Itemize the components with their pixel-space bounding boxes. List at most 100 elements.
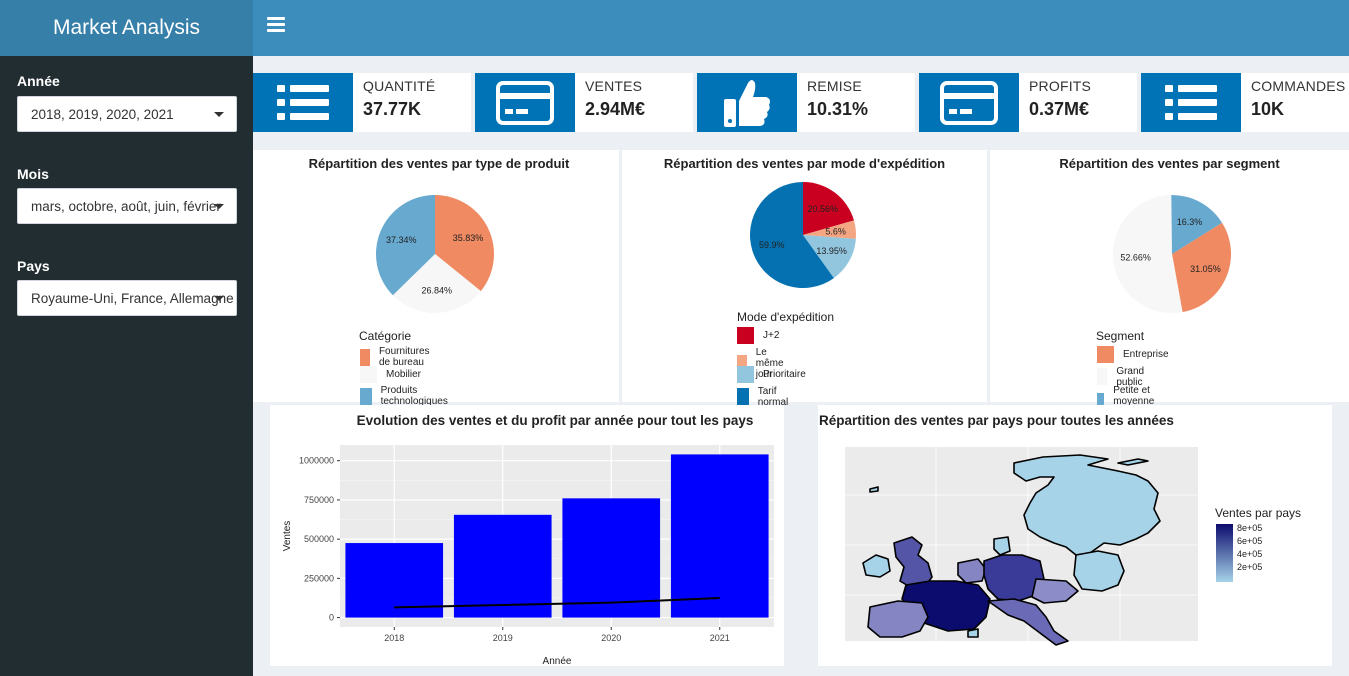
mois-select[interactable]: mars, octobre, août, juin, février: [17, 188, 237, 224]
annee-select[interactable]: 2018, 2019, 2020, 2021: [17, 96, 237, 132]
kpi-commandes: COMMANDES 10K: [1141, 73, 1349, 132]
legend-label: Produits technologiques: [380, 385, 448, 407]
bar[interactable]: [562, 498, 661, 618]
credit-card-icon: [919, 73, 1019, 132]
chart-title: Répartition des ventes par segment: [1059, 156, 1280, 171]
legend-swatch: [360, 365, 377, 383]
thumbs-up-icon: [697, 73, 797, 132]
legend-label: J+2: [763, 330, 780, 341]
kpi-label: PROFITS: [1029, 78, 1092, 94]
pie-slice-label: 26.84%: [421, 286, 452, 296]
legend-label: Mobilier: [386, 368, 422, 380]
pie-chart-expedition: 20.56% 5.6% 13.95% 59.9%: [750, 182, 856, 288]
map-country-benelux: [957, 558, 987, 584]
kpi-value: 10K: [1251, 99, 1285, 119]
legend-item[interactable]: Mobilier: [360, 365, 422, 383]
scale-tick: 8e+05: [1237, 523, 1263, 533]
chart-title: Répartition des ventes par mode d'expédi…: [663, 156, 946, 171]
pie-slice-label: 31.05%: [1190, 264, 1221, 274]
legend-swatch: [737, 388, 749, 405]
kpi-value: 0.37M€: [1029, 99, 1090, 119]
map-panel-pays: Répartition des ventes par pays pour tou…: [818, 405, 1332, 666]
filter-label-pays: Pays: [17, 258, 50, 274]
y-tick-label: 250000: [304, 573, 334, 583]
map-country-spain: [867, 600, 929, 638]
x-axis-label: Année: [543, 656, 572, 666]
caret-down-icon: [214, 204, 224, 209]
legend-swatch: [737, 366, 754, 383]
chart-title: Evolution des ventes et du profit par an…: [357, 413, 754, 428]
pie-slice-label: 37.34%: [386, 235, 417, 245]
list-icon: [253, 73, 353, 132]
kpi-value: 10.31%: [807, 99, 869, 119]
scale-tick: 4e+05: [1237, 549, 1263, 559]
pie-chart-segment: 31.05% 52.66% 16.3%: [1113, 195, 1231, 313]
legend-title: Mode d'expédition: [737, 310, 835, 324]
sidebar: Année 2018, 2019, 2020, 2021 Mois mars, …: [0, 56, 253, 676]
x-tick-label: 2018: [384, 633, 404, 643]
bar[interactable]: [670, 454, 769, 618]
kpi-ventes: VENTES 2.94M€: [475, 73, 693, 132]
pie-slice-label: 5.6%: [825, 227, 846, 237]
kpi-value: 37.77K: [363, 99, 422, 119]
dashboard: Market Analysis Année 2018, 2019, 2020, …: [0, 0, 1349, 676]
bar-panel-evolution: Evolution des ventes et du profit par an…: [270, 405, 784, 666]
pays-select-value: Royaume-Uni, France, Allemagne: [31, 291, 234, 306]
legend-title: Catégorie: [359, 329, 412, 343]
credit-card-icon: [475, 73, 575, 132]
pays-select[interactable]: Royaume-Uni, France, Allemagne: [17, 280, 237, 316]
pie-slice-label: 35.83%: [453, 233, 484, 243]
pie-slice-label: 16.3%: [1177, 217, 1203, 227]
map-country-denmark: [993, 536, 1011, 556]
pie-chart-produit: 35.83% 26.84% 37.34%: [376, 195, 494, 313]
legend-title: Ventes par pays: [1215, 506, 1302, 520]
kpi-label: COMMANDES: [1251, 78, 1346, 94]
color-scale-bar: [1216, 524, 1233, 582]
legend-title: Segment: [1096, 329, 1145, 343]
legend-swatch: [737, 327, 754, 344]
caret-down-icon: [214, 112, 224, 117]
legend-item[interactable]: Entreprise: [1097, 346, 1169, 363]
scale-tick: 6e+05: [1237, 536, 1263, 546]
kpi-remise: REMISE 10.31%: [697, 73, 915, 132]
legend-swatch: [360, 348, 370, 366]
y-tick-label: 500000: [304, 534, 334, 544]
filter-label-mois: Mois: [17, 166, 49, 182]
x-tick-label: 2019: [493, 633, 513, 643]
bar[interactable]: [453, 514, 552, 618]
mois-select-value: mars, octobre, août, juin, février: [31, 199, 221, 214]
list-icon: [1141, 73, 1241, 132]
pie-slice-label: 52.66%: [1120, 252, 1151, 262]
legend-item[interactable]: Produits technologiques: [360, 385, 453, 407]
y-tick-label: 0: [329, 613, 334, 623]
kpi-value: 2.94M€: [585, 99, 646, 119]
sidebar-toggle-icon[interactable]: [267, 17, 285, 35]
filter-label-annee: Année: [17, 73, 60, 89]
legend-item[interactable]: Prioritaire: [737, 366, 806, 383]
map-country-poland: [1073, 550, 1125, 592]
x-tick-label: 2020: [601, 633, 621, 643]
annee-select-value: 2018, 2019, 2020, 2021: [31, 107, 174, 122]
y-tick-label: 750000: [304, 495, 334, 505]
legend-item[interactable]: J+2: [737, 327, 779, 344]
color-scale-labels: 8e+05 6e+05 4e+05 2e+05: [1237, 522, 1262, 574]
bar-chart-evolution: Evolution des ventes et du profit par an…: [282, 413, 774, 666]
legend-label: Prioritaire: [763, 369, 806, 380]
kpi-label: QUANTITÉ: [363, 78, 436, 94]
kpi-label: VENTES: [585, 78, 643, 94]
pie-panel-segment: Répartition des ventes par segment 31.05…: [990, 150, 1349, 418]
scale-tick: 2e+05: [1237, 562, 1263, 572]
kpi-quantite: QUANTITÉ 37.77K: [253, 73, 471, 132]
chart-title: Répartition des ventes par type de produ…: [308, 156, 570, 171]
legend-label: Entreprise: [1123, 349, 1169, 360]
kpi-profits: PROFITS 0.37M€: [919, 73, 1137, 132]
legend-swatch: [360, 387, 372, 405]
pie-slice-label: 20.56%: [808, 204, 839, 214]
app-logo[interactable]: Market Analysis: [0, 0, 253, 56]
legend-swatch: [1097, 368, 1108, 385]
pie-panel-produit: Répartition des ventes par type de produ…: [253, 150, 619, 407]
y-tick-label: 1000000: [299, 456, 334, 466]
legend-swatch: [1097, 346, 1114, 363]
pie-slice-label: 59.9%: [759, 240, 785, 250]
app-title: Market Analysis: [52, 16, 201, 39]
